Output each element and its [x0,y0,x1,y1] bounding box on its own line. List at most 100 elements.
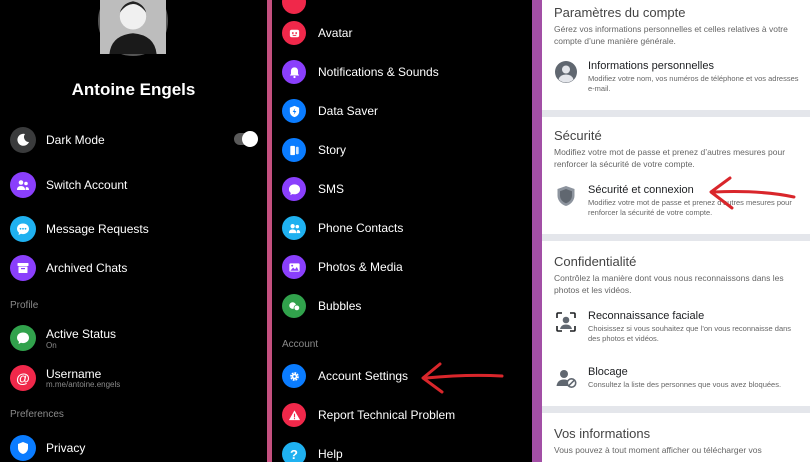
at-sign-icon: @ [10,365,36,391]
section-description: Contrôlez la manière dont vous nous reco… [554,273,784,295]
menu-item-label: Bubbles [318,299,362,313]
section-separator [542,110,810,117]
block-user-icon [554,366,578,390]
menu-item-label: SMS [318,182,345,196]
menu-item-label: Phone Contacts [318,221,404,235]
messenger-menu-panel: Antoine Engels Dark Mode Switch Account … [0,0,267,462]
item-title: Informations personnelles [588,60,714,72]
switch-account-icon [10,172,36,198]
item-description: Modifiez votre mot de passe et prenez d’… [588,198,792,217]
archive-icon [10,255,36,281]
message-requests-label: Message Requests [46,222,149,236]
partial-icon [282,0,306,14]
item-description: Modifiez votre nom, vos numéros de télép… [588,74,799,93]
item-description: Consultez la liste des personnes que vou… [588,380,782,389]
item-title: Reconnaissance faciale [588,310,705,322]
menu-item-top-partial[interactable] [282,0,306,16]
your-info-section: Vos informations Vous pouvez à tout mome… [542,426,810,456]
message-requests-row[interactable]: Message Requests [10,215,149,243]
section-description: Modifiez votre mot de passe et prenez d’… [554,147,786,169]
dark-mode-toggle[interactable] [234,131,258,147]
menu-item-help[interactable]: ? Help [282,440,343,462]
active-status-icon [10,325,36,351]
item-description: Choisissez si vous souhaitez que l’on vo… [588,324,792,343]
section-title: Paramètres du compte [554,5,686,20]
face-scan-icon [554,310,578,334]
story-icon [282,138,306,162]
account-settings-page: Paramètres du compte Gérez vos informati… [542,0,810,462]
section-separator [542,406,810,413]
section-description: Vous pouvez à tout moment afficher ou té… [554,445,762,455]
data-saver-icon [282,99,306,123]
contacts-icon [282,216,306,240]
username-value: m.me/antoine.engels [46,380,121,389]
menu-item-label: Photos & Media [318,260,403,274]
chat-bubble-icon [10,216,36,242]
menu-item-story[interactable]: Story [282,136,346,164]
panel-divider [532,0,542,462]
dark-mode-row[interactable]: Dark Mode [10,126,105,154]
menu-item-data-saver[interactable]: Data Saver [282,97,378,125]
person-icon [554,60,578,84]
sms-bubble-icon [282,177,306,201]
security-shield-icon [554,184,578,208]
archived-chats-row[interactable]: Archived Chats [10,254,127,282]
bubbles-icon [282,294,306,318]
menu-item-account-settings[interactable]: Account Settings [282,362,408,390]
profile-avatar[interactable] [98,0,168,56]
moon-icon [10,127,36,153]
section-title: Vos informations [554,426,651,441]
section-description: Gérez vos informations personnelles et c… [554,24,788,46]
switch-account-label: Switch Account [46,178,128,192]
privacy-section: Confidentialité Contrôlez la manière don… [542,254,810,296]
item-title: Sécurité et connexion [588,184,694,196]
privacy-row[interactable]: Privacy [10,434,85,462]
menu-item-photos-media[interactable]: Photos & Media [282,253,403,281]
profile-name: Antoine Engels [71,80,196,99]
help-icon: ? [282,442,306,462]
warning-icon [282,403,306,427]
menu-item-bubbles[interactable]: Bubbles [282,292,361,320]
menu-item-label: Avatar [318,26,353,40]
toggle-knob [242,131,258,147]
personal-info-item[interactable]: Informations personnelles Modifiez votre… [554,60,804,94]
item-title: Blocage [588,366,628,378]
profile-photo-icon [100,0,166,54]
profile-section-header: Profile [10,300,39,311]
switch-account-row[interactable]: Switch Account [10,171,127,199]
avatar-icon [282,21,306,45]
menu-item-label: Report Technical Problem [318,408,456,422]
account-general-section: Paramètres du compte Gérez vos informati… [542,5,810,47]
security-login-item[interactable]: Sécurité et connexion Modifiez votre mot… [554,184,804,218]
shield-icon [10,435,36,461]
menu-item-report-problem[interactable]: Report Technical Problem [282,401,455,429]
menu-item-label: Account Settings [318,369,409,383]
active-status-value: On [46,341,57,350]
security-section: Sécurité Modifiez votre mot de passe et … [542,128,810,170]
messenger-settings-panel: Avatar Notifications & Sounds Data Saver… [272,0,532,462]
dark-mode-label: Dark Mode [46,133,105,147]
gear-icon [282,364,306,388]
active-status-row[interactable]: Active Status [10,324,116,352]
section-separator [542,234,810,241]
face-recognition-item[interactable]: Reconnaissance faciale Choisissez si vou… [554,310,804,344]
menu-item-phone-contacts[interactable]: Phone Contacts [282,214,403,242]
preferences-section-header: Preferences [10,409,64,420]
menu-item-sms[interactable]: SMS [282,175,344,203]
menu-item-notifications[interactable]: Notifications & Sounds [282,58,439,86]
menu-item-label: Story [318,143,347,157]
menu-item-label: Help [318,447,343,461]
menu-item-label: Data Saver [318,104,379,118]
privacy-label: Privacy [46,441,86,455]
account-section-header: Account [282,339,319,350]
menu-item-avatar[interactable]: Avatar [282,19,352,47]
bell-icon [282,60,306,84]
archived-chats-label: Archived Chats [46,261,128,275]
menu-item-label: Notifications & Sounds [318,65,439,79]
section-title: Confidentialité [554,254,637,269]
active-status-label: Active Status [46,327,117,341]
username-label: Username [46,367,102,381]
photo-icon [282,255,306,279]
blocking-item[interactable]: Blocage Consultez la liste des personnes… [554,366,804,390]
section-title: Sécurité [554,128,602,143]
